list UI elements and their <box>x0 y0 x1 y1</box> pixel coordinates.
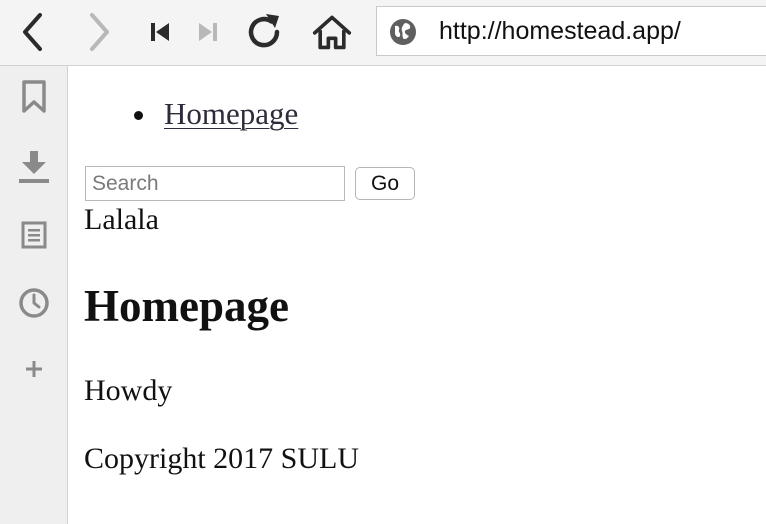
add-icon <box>26 361 42 377</box>
reload-button[interactable] <box>244 8 284 56</box>
fast-forward-button[interactable] <box>188 8 228 56</box>
nav-menu-item: Homepage <box>84 94 298 134</box>
page-title: Homepage <box>84 281 289 331</box>
reload-icon <box>248 14 280 48</box>
home-button[interactable] <box>312 8 352 56</box>
web-page-content: Homepage Go Lalala Homepage Howdy Copyri… <box>84 66 754 524</box>
chevron-right-icon <box>90 13 109 51</box>
home-icon <box>312 15 352 50</box>
rewind-button[interactable] <box>140 8 180 56</box>
reader-icon <box>21 221 47 249</box>
history-icon <box>19 288 49 318</box>
download-icon <box>19 151 49 183</box>
sidebar-bookmarks-button[interactable] <box>13 76 55 118</box>
go-button[interactable]: Go <box>355 167 415 200</box>
skip-back-icon <box>151 23 169 41</box>
browser-toolbar: http://homestead.app/ <box>0 0 766 66</box>
tagline-text: Lalala <box>84 203 159 236</box>
back-button[interactable] <box>12 8 52 56</box>
sidebar-reader-button[interactable] <box>13 214 55 256</box>
sidebar-add-panel-button[interactable] <box>13 348 55 390</box>
forward-button[interactable] <box>80 8 120 56</box>
url-text[interactable]: http://homestead.app/ <box>439 7 681 55</box>
search-input[interactable] <box>85 166 345 201</box>
skip-forward-icon <box>199 23 217 41</box>
chevron-left-icon <box>23 13 42 51</box>
copyright-text: Copyright 2017 SULU <box>84 442 360 475</box>
bullet-icon <box>134 111 143 120</box>
sidebar-panel <box>0 66 68 524</box>
homepage-link[interactable]: Homepage <box>164 96 298 131</box>
sidebar-history-button[interactable] <box>13 282 55 324</box>
sidebar-downloads-button[interactable] <box>13 146 55 188</box>
body-text: Howdy <box>84 374 173 407</box>
globe-icon <box>390 19 416 45</box>
address-bar[interactable]: http://homestead.app/ <box>376 6 766 56</box>
nav-menu: Homepage <box>84 94 298 134</box>
bookmark-icon <box>22 80 46 113</box>
